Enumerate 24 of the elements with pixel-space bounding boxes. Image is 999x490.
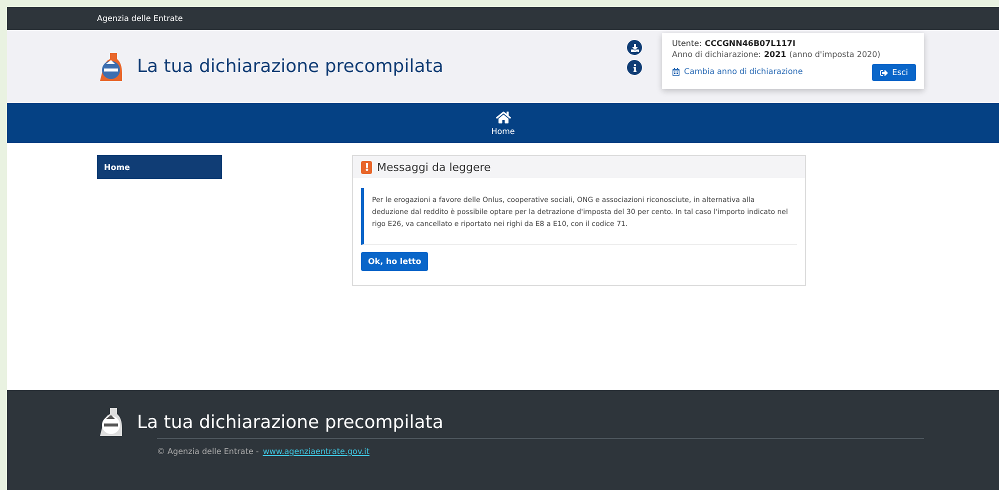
user-label: Utente:	[672, 39, 702, 48]
confirm-button[interactable]: Ok, ho letto	[361, 252, 428, 271]
user-code: CCCGNN46B07L117I	[704, 39, 796, 48]
declaration-year: 2021	[764, 50, 786, 59]
agency-logo-icon	[97, 406, 123, 438]
warning-icon	[361, 160, 372, 174]
home-icon	[496, 110, 510, 125]
download-icon[interactable]	[627, 40, 642, 55]
change-year-link[interactable]: Cambia anno di dichiarazione	[672, 67, 803, 76]
home-nav-tab[interactable]: Home	[491, 110, 515, 136]
agency-name: Agenzia delle Entrate	[97, 14, 183, 23]
website-link[interactable]: www.agenziaentrate.gov.it	[262, 447, 370, 456]
site-title: La tua dichiarazione precompilata	[137, 56, 444, 77]
info-icon[interactable]	[627, 60, 642, 75]
footer-title: La tua dichiarazione precompilata	[137, 412, 444, 432]
sidebar-item[interactable]: Home	[97, 155, 222, 179]
logout-button[interactable]: Esci	[872, 64, 916, 81]
panel-title: Messaggi da leggere	[377, 160, 491, 174]
year-label: Anno di dichiarazione:	[672, 50, 761, 59]
calendar-icon	[672, 68, 680, 76]
logout-icon	[880, 68, 888, 76]
agency-logo-icon	[97, 50, 123, 82]
copyright-text: © Agenzia delle Entrate -	[157, 447, 259, 456]
tax-year: (anno d'imposta 2020)	[789, 50, 880, 59]
